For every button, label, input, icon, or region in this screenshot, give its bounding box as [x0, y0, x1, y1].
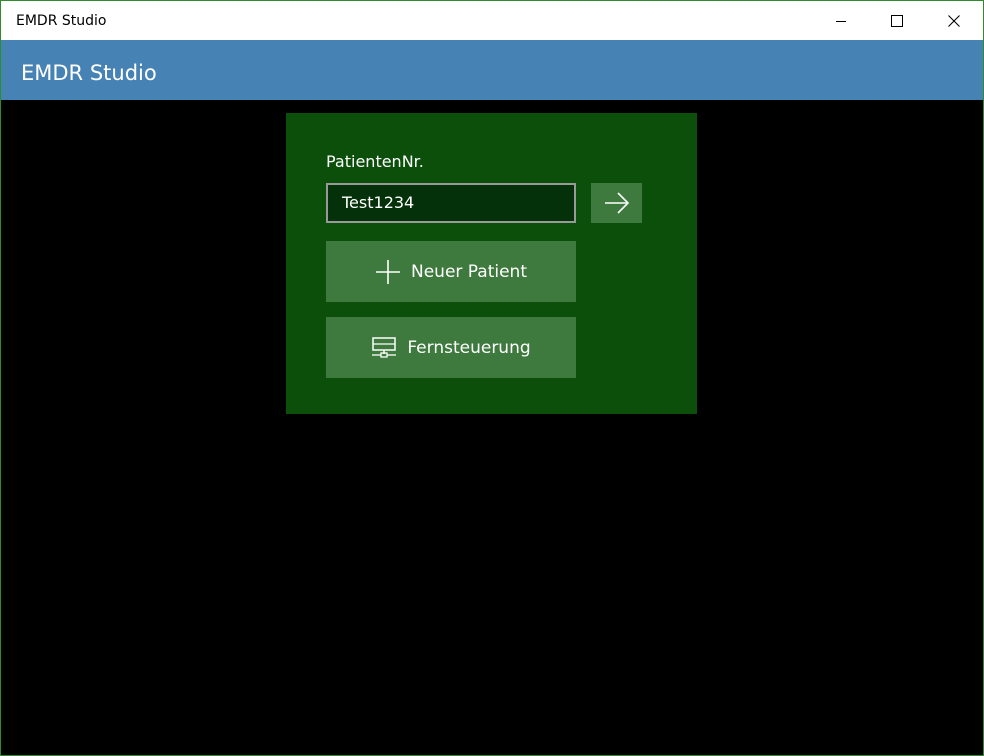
maximize-button[interactable] [869, 1, 925, 40]
minimize-icon [836, 20, 846, 22]
app-window: EMDR Studio EMDR Studio PatientenNr. Tes… [0, 0, 984, 756]
window-title: EMDR Studio [16, 13, 107, 29]
new-patient-button[interactable]: Neuer Patient [326, 241, 576, 302]
patient-number-input[interactable]: Test1234 [326, 183, 576, 223]
app-title: EMDR Studio [21, 61, 157, 85]
remote-control-button[interactable]: Fernsteuerung [326, 317, 576, 378]
title-bar[interactable]: EMDR Studio [1, 1, 983, 40]
close-icon [948, 14, 960, 27]
arrow-right-icon [604, 192, 629, 214]
minimize-button[interactable] [813, 1, 869, 40]
app-header: EMDR Studio [1, 40, 983, 100]
login-panel: PatientenNr. Test1234 Neuer Patient Fern… [286, 113, 697, 414]
remote-control-label: Fernsteuerung [407, 337, 531, 358]
maximize-icon [891, 14, 903, 27]
new-patient-label: Neuer Patient [411, 261, 527, 282]
plus-icon [375, 259, 401, 285]
patient-number-label: PatientenNr. [326, 152, 424, 171]
close-button[interactable] [926, 1, 982, 40]
go-button[interactable] [591, 183, 642, 223]
network-monitor-icon [371, 336, 397, 359]
